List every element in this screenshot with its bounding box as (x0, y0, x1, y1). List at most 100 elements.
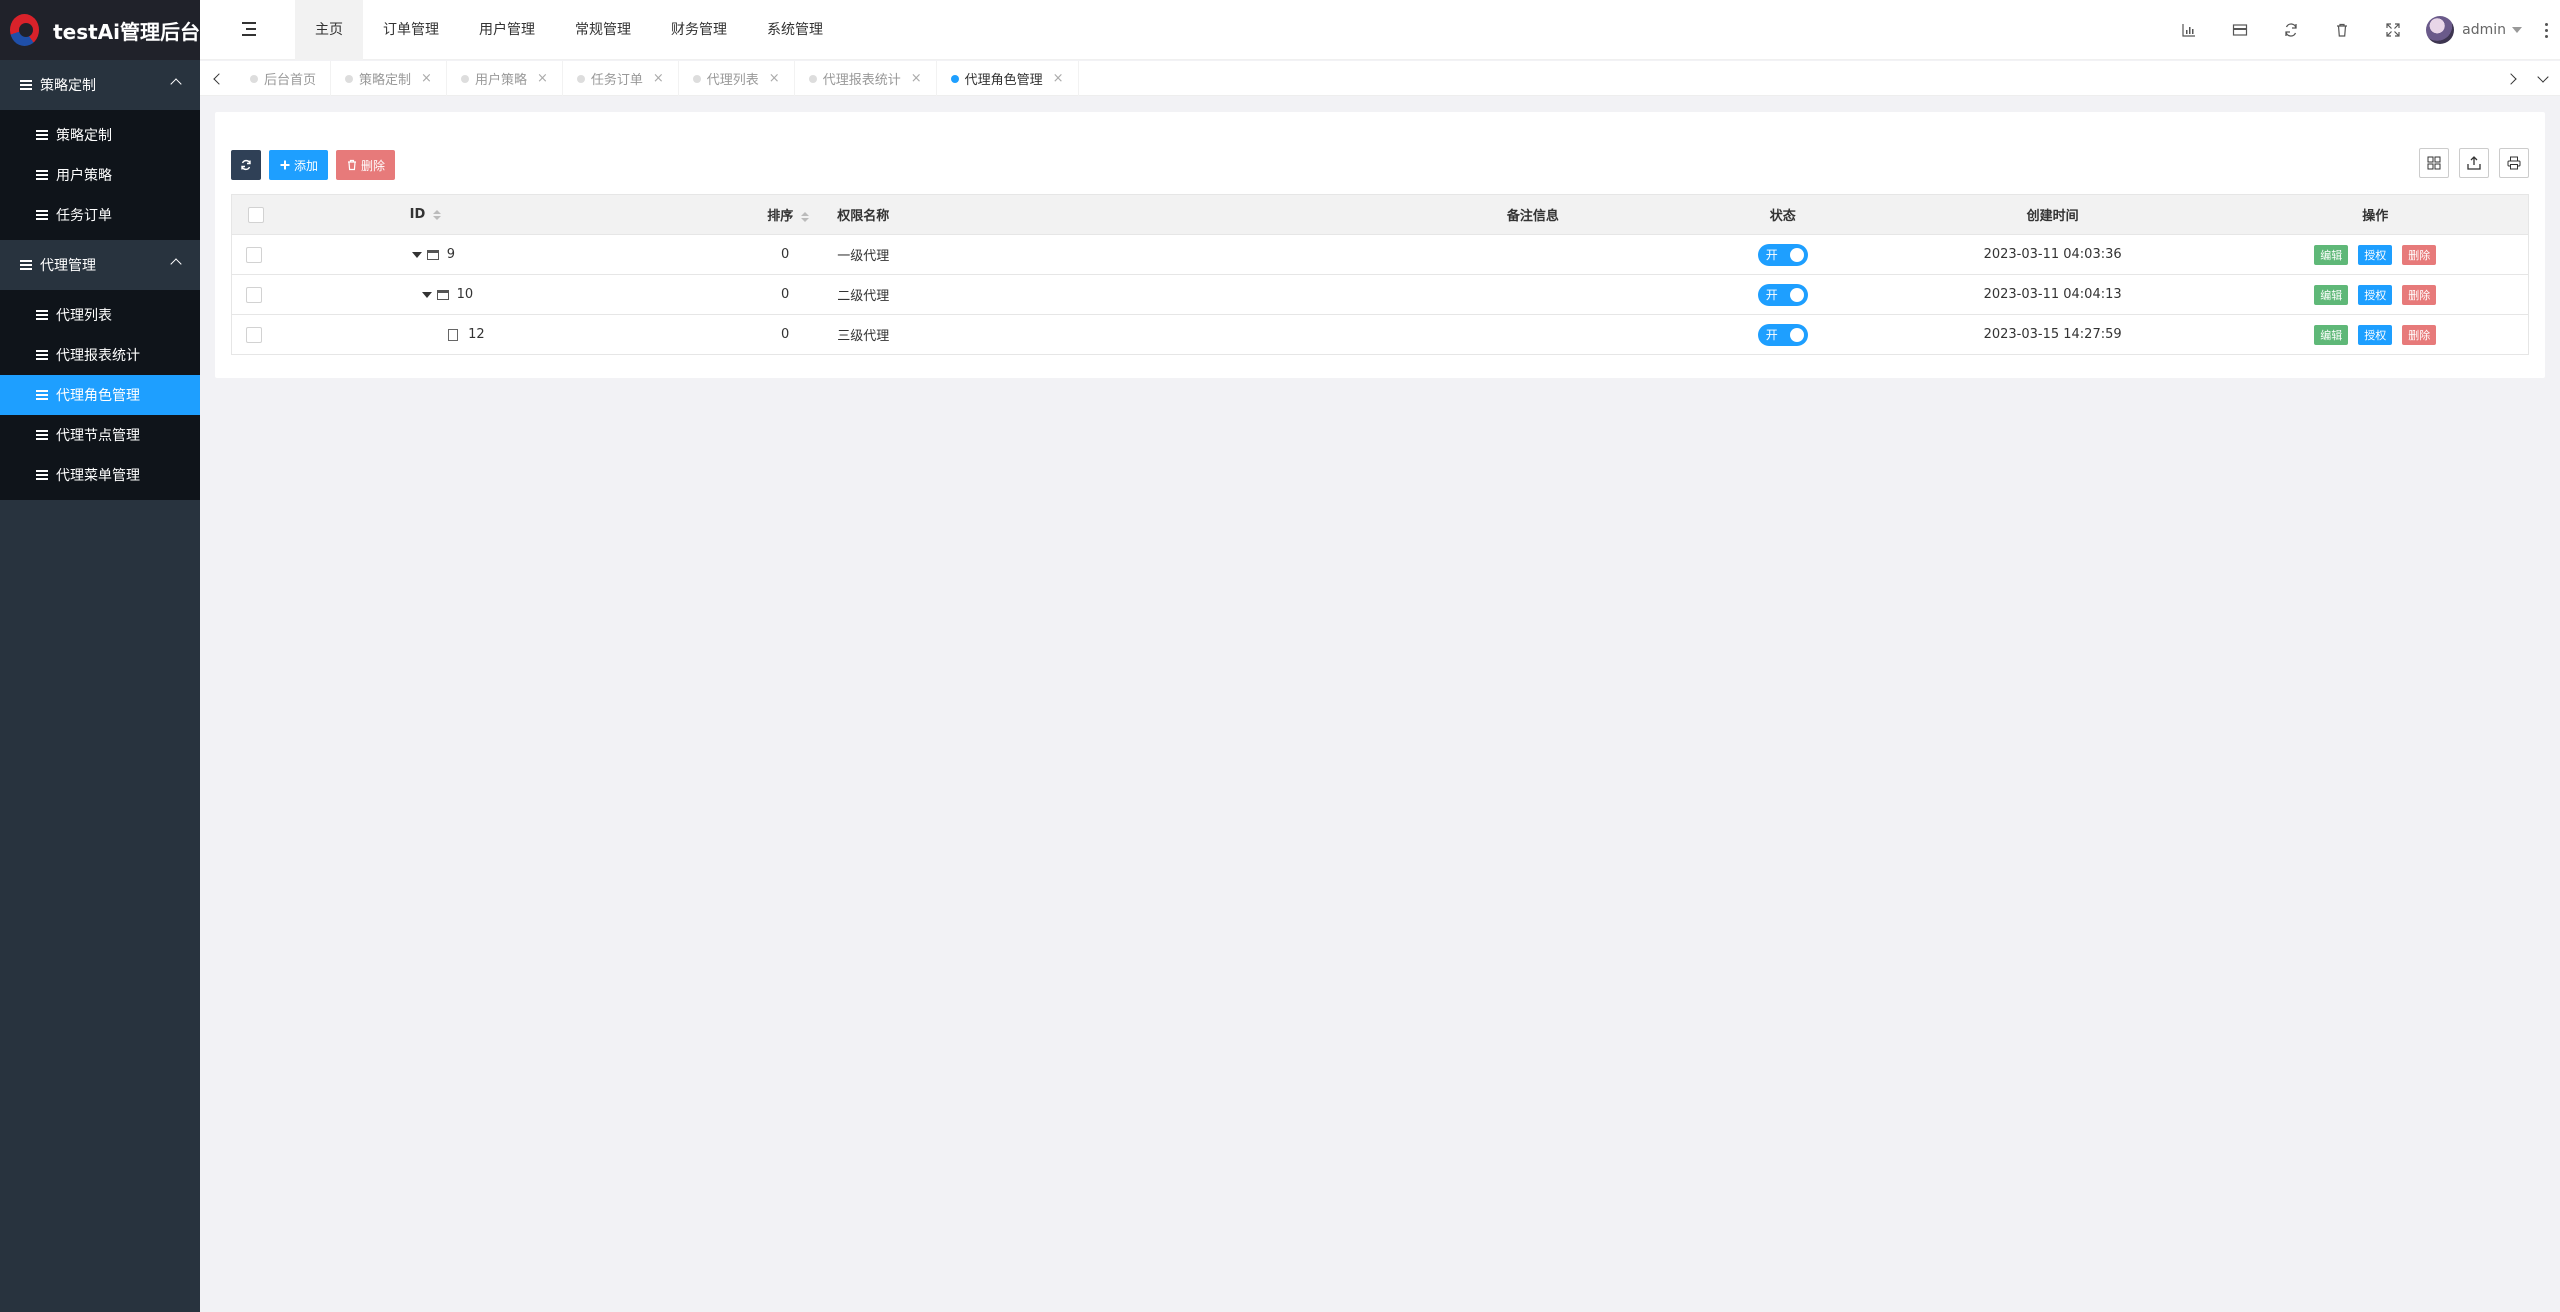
tabs-prev-icon[interactable] (204, 61, 234, 96)
chevron-up-icon (170, 78, 182, 90)
chevron-up-icon (170, 258, 182, 270)
delete-row-button[interactable]: 删除 (2402, 284, 2437, 305)
sidebar: testAi管理后台 策略定制 策略定制 用户策略 任务订单 代理管理 代理列表… (0, 0, 200, 1312)
sidebar-item-agent-list[interactable]: 代理列表 (0, 295, 200, 335)
menu-toggle-icon[interactable] (242, 22, 258, 36)
header: 主页 订单管理 用户管理 常规管理 财务管理 系统管理 admin (200, 0, 2560, 60)
sidebar-item-user-strategy[interactable]: 用户策略 (0, 155, 200, 195)
table-row: 10 0 二级代理 开 2023-03-11 04:04:13 编辑 授权 删除 (231, 274, 2529, 315)
header-name: 权限名称 (823, 194, 1383, 235)
menu-head-strategy[interactable]: 策略定制 (0, 60, 200, 110)
status-switch[interactable]: 开 (1757, 283, 1808, 306)
sidebar-item-label: 代理菜单管理 (56, 468, 140, 484)
header-created: 创建时间 (1882, 194, 2223, 235)
header-id[interactable]: ID (279, 194, 572, 235)
tab-agent-role[interactable]: 代理角色管理 × (937, 61, 1079, 96)
fullscreen-icon[interactable] (2367, 0, 2418, 60)
sidebar-item-agent-node[interactable]: 代理节点管理 (0, 415, 200, 455)
plus-icon (280, 160, 290, 170)
status-switch[interactable]: 开 (1757, 243, 1808, 266)
close-icon[interactable]: × (911, 71, 922, 86)
tab-label: 代理报表统计 (822, 73, 901, 88)
sort-cell: 0 (571, 234, 824, 275)
export-icon[interactable] (2459, 148, 2489, 178)
close-icon[interactable]: × (653, 71, 664, 86)
top-nav-orders[interactable]: 订单管理 (363, 0, 459, 60)
top-nav-system[interactable]: 系统管理 (747, 0, 843, 60)
tab-strategy-custom[interactable]: 策略定制 × (331, 61, 447, 96)
card-icon[interactable] (2214, 0, 2265, 60)
close-icon[interactable]: × (769, 71, 780, 86)
tab-task-orders[interactable]: 任务订单 × (563, 61, 679, 96)
tab-label: 用户策略 (474, 73, 527, 88)
auth-button[interactable]: 授权 (2358, 324, 2393, 345)
remark-cell (1382, 234, 1683, 275)
refresh-icon (241, 159, 251, 171)
tab-agent-report[interactable]: 代理报表统计 × (795, 61, 937, 96)
tab-user-strategy[interactable]: 用户策略 × (447, 61, 563, 96)
row-checkbox[interactable] (246, 326, 262, 343)
close-icon[interactable]: × (1053, 71, 1064, 86)
list-icon (36, 350, 48, 360)
sidebar-item-agent-role[interactable]: 代理角色管理 (0, 375, 200, 415)
id-cell: 12 (279, 314, 572, 355)
top-nav-finance[interactable]: 财务管理 (651, 0, 747, 60)
sort-cell: 0 (571, 314, 824, 355)
menu-head-label: 策略定制 (40, 78, 96, 94)
delete-button[interactable]: 删除 (336, 150, 396, 180)
trash-icon[interactable] (2316, 0, 2367, 60)
ops-cell: 编辑 授权 删除 (2222, 314, 2529, 355)
more-vertical-icon[interactable] (2536, 22, 2556, 38)
top-nav-general[interactable]: 常规管理 (555, 0, 651, 60)
auth-button[interactable]: 授权 (2358, 284, 2393, 305)
print-icon[interactable] (2499, 148, 2529, 178)
tab-agent-list[interactable]: 代理列表 × (679, 61, 795, 96)
app-title: testAi管理后台 (53, 19, 200, 44)
top-nav-users[interactable]: 用户管理 (459, 0, 555, 60)
caret-down-icon[interactable] (421, 291, 432, 298)
content-card: 添加 删除 ID 排序 权限名称 备注信息 状态 创建时间 操作 9 0 一级代… (215, 112, 2545, 378)
caret-down-icon[interactable] (411, 251, 422, 258)
edit-button[interactable]: 编辑 (2314, 324, 2349, 345)
row-checkbox[interactable] (246, 246, 262, 263)
sidebar-item-strategy-custom[interactable]: 策略定制 (0, 115, 200, 155)
delete-row-button[interactable]: 删除 (2402, 244, 2437, 265)
auth-button[interactable]: 授权 (2358, 244, 2393, 265)
sidebar-item-task-orders[interactable]: 任务订单 (0, 195, 200, 235)
menu-head-agent[interactable]: 代理管理 (0, 240, 200, 290)
edit-button[interactable]: 编辑 (2314, 244, 2349, 265)
sort-icon[interactable] (801, 211, 810, 222)
header-sort[interactable]: 排序 (571, 194, 824, 235)
user-menu[interactable]: admin (2418, 0, 2536, 60)
edit-button[interactable]: 编辑 (2314, 284, 2349, 305)
list-icon (36, 390, 48, 400)
avatar (2426, 16, 2455, 44)
add-button[interactable]: 添加 (269, 150, 329, 180)
tab-label: 后台首页 (264, 73, 317, 88)
sort-icon[interactable] (433, 209, 442, 220)
add-button-label: 添加 (294, 158, 319, 173)
refresh-icon[interactable] (2265, 0, 2316, 60)
status-switch[interactable]: 开 (1757, 323, 1808, 346)
delete-row-button[interactable]: 删除 (2402, 324, 2437, 345)
close-icon[interactable]: × (421, 71, 432, 86)
top-nav-home[interactable]: 主页 (295, 0, 363, 60)
chart-icon[interactable] (2163, 0, 2214, 60)
row-checkbox[interactable] (246, 286, 262, 303)
table-header-row: ID 排序 权限名称 备注信息 状态 创建时间 操作 (231, 194, 2529, 235)
tabs-dropdown-icon[interactable] (2528, 61, 2558, 96)
list-icon (36, 310, 48, 320)
tabs-next-icon[interactable] (2496, 61, 2526, 96)
close-icon[interactable]: × (537, 71, 548, 86)
sidebar-item-agent-menu[interactable]: 代理菜单管理 (0, 455, 200, 495)
logo-bar[interactable]: testAi管理后台 (0, 0, 200, 60)
columns-icon[interactable] (2419, 148, 2449, 178)
menu-group-strategy: 策略定制 策略定制 用户策略 任务订单 (0, 60, 200, 240)
ops-cell: 编辑 授权 删除 (2222, 234, 2529, 275)
refresh-button[interactable] (231, 150, 261, 180)
folder-icon (436, 289, 449, 300)
sidebar-item-agent-report[interactable]: 代理报表统计 (0, 335, 200, 375)
tab-dashboard[interactable]: 后台首页 (236, 61, 332, 96)
list-icon (36, 210, 48, 220)
select-all-checkbox[interactable] (247, 206, 264, 223)
